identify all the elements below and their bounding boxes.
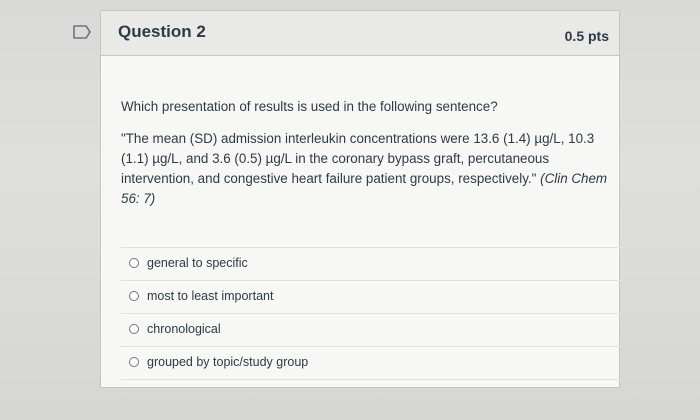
question-body: Which presentation of results is used in… [121,97,611,209]
question-quote: "The mean (SD) admission interleukin con… [121,129,611,209]
answer-option-general-to-specific[interactable]: general to specific [121,247,621,280]
question-points: 0.5 pts [564,28,609,44]
radio-button[interactable] [129,324,139,334]
answer-option-most-to-least-important[interactable]: most to least important [121,280,621,313]
answer-list: general to specific most to least import… [121,247,621,380]
question-prompt: Which presentation of results is used in… [121,99,498,114]
quote-text: "The mean (SD) admission interleukin con… [121,131,595,186]
radio-button[interactable] [129,258,139,268]
question-title: Question 2 [118,22,206,41]
answer-option-grouped-by-topic[interactable]: grouped by topic/study group [121,346,621,380]
answer-label[interactable]: grouped by topic/study group [147,355,308,369]
question-header: Question 2 0.5 pts [101,11,619,56]
answer-option-chronological[interactable]: chronological [121,313,621,346]
answer-label[interactable]: most to least important [147,289,273,303]
question-card: Question 2 0.5 pts Which presentation of… [100,10,621,388]
flag-question-icon[interactable] [72,24,92,40]
radio-button[interactable] [129,291,139,301]
radio-button[interactable] [129,357,139,367]
answer-label[interactable]: general to specific [147,256,248,270]
answer-label[interactable]: chronological [147,322,221,336]
